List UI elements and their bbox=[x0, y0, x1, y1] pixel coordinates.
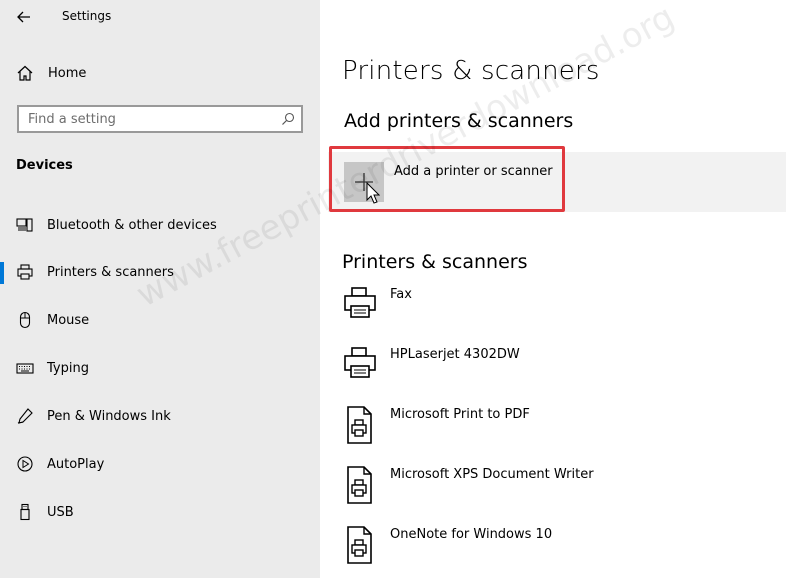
sidebar-item-label: USB bbox=[47, 504, 74, 520]
sidebar-item-printers[interactable]: Printers & scanners bbox=[0, 252, 320, 292]
printer-name: Microsoft Print to PDF bbox=[390, 407, 530, 422]
printers-list-title: Printers & scanners bbox=[342, 251, 528, 273]
search-box[interactable] bbox=[17, 105, 303, 133]
sidebar-item-label: AutoPlay bbox=[47, 456, 105, 472]
printer-item[interactable]: Microsoft Print to PDF bbox=[342, 405, 782, 459]
document-printer-icon bbox=[347, 466, 372, 504]
pen-icon bbox=[16, 407, 34, 425]
sidebar-item-mouse[interactable]: Mouse bbox=[0, 300, 320, 340]
sidebar-item-pen[interactable]: Pen & Windows Ink bbox=[0, 396, 320, 436]
printer-item[interactable]: OneNote for Windows 10 bbox=[342, 525, 782, 579]
sidebar-item-label: Pen & Windows Ink bbox=[47, 408, 171, 424]
section-title: Devices bbox=[16, 158, 73, 173]
sidebar-item-typing[interactable]: Typing bbox=[0, 348, 320, 388]
printer-icon bbox=[16, 263, 34, 281]
document-printer-icon bbox=[347, 526, 372, 564]
printer-name: Microsoft XPS Document Writer bbox=[390, 467, 594, 482]
printer-item[interactable]: HPLaserjet 4302DW bbox=[342, 345, 782, 399]
sidebar-item-label: Bluetooth & other devices bbox=[47, 217, 217, 233]
add-section-title: Add printers & scanners bbox=[344, 110, 574, 132]
document-printer-icon bbox=[347, 406, 372, 444]
sidebar: Settings Home Devices Bluetooth & other … bbox=[0, 0, 320, 578]
highlight-box bbox=[329, 146, 565, 212]
keyboard-icon bbox=[16, 359, 34, 377]
back-arrow-icon bbox=[17, 11, 30, 23]
sidebar-item-usb[interactable]: USB bbox=[0, 492, 320, 532]
mouse-icon bbox=[16, 311, 34, 329]
sidebar-item-label: Mouse bbox=[47, 312, 90, 328]
printer-name: Fax bbox=[390, 287, 412, 302]
home-icon bbox=[17, 65, 33, 81]
sidebar-item-bluetooth[interactable]: Bluetooth & other devices bbox=[0, 205, 320, 245]
home-label: Home bbox=[48, 65, 87, 81]
back-button[interactable] bbox=[14, 7, 34, 27]
home-nav[interactable]: Home bbox=[16, 64, 86, 82]
search-icon[interactable] bbox=[281, 112, 295, 126]
printer-item[interactable]: Fax bbox=[342, 285, 782, 339]
printer-name: HPLaserjet 4302DW bbox=[390, 347, 520, 362]
printer-icon bbox=[344, 347, 376, 378]
page-title: Printers & scanners bbox=[342, 56, 600, 86]
printer-item[interactable]: Microsoft XPS Document Writer bbox=[342, 465, 782, 519]
autoplay-icon bbox=[16, 455, 34, 473]
sidebar-item-label: Printers & scanners bbox=[47, 264, 174, 280]
sidebar-item-label: Typing bbox=[47, 360, 89, 376]
printer-icon bbox=[344, 287, 376, 318]
usb-icon bbox=[16, 503, 34, 521]
search-input[interactable] bbox=[19, 107, 268, 131]
bluetooth-devices-icon bbox=[16, 216, 34, 234]
sidebar-item-autoplay[interactable]: AutoPlay bbox=[0, 444, 320, 484]
printer-name: OneNote for Windows 10 bbox=[390, 527, 553, 542]
window-title: Settings bbox=[62, 9, 112, 23]
